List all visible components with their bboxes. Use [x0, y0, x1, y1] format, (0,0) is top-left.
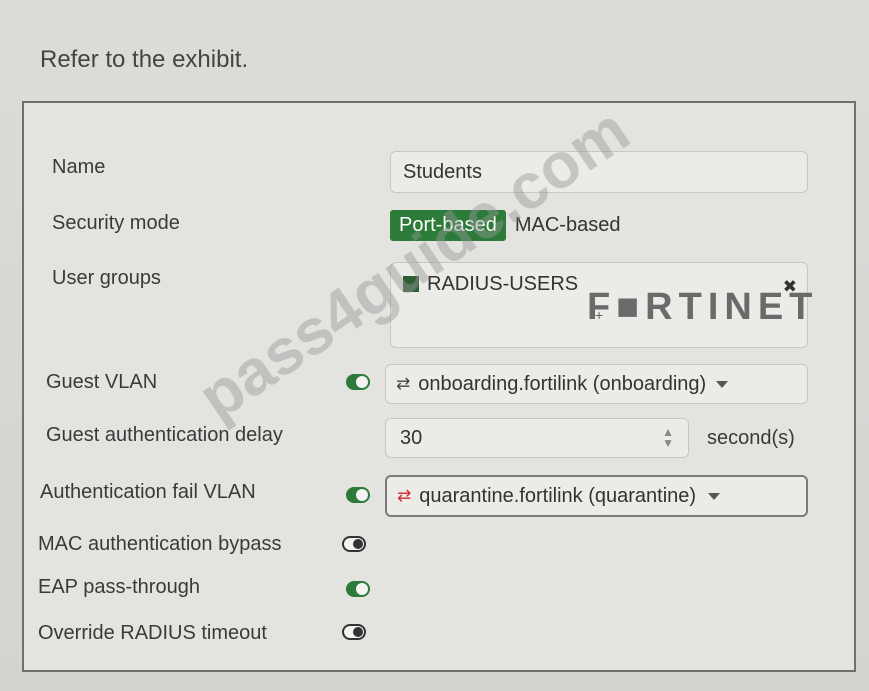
guest-vlan-select[interactable]: ⇄ onboarding.fortilink (onboarding)	[385, 364, 808, 404]
quarantine-icon: ⇄	[397, 486, 412, 505]
auth-fail-vlan-label: Authentication fail VLAN	[40, 481, 256, 503]
security-mode-label: Security mode	[52, 212, 180, 234]
name-label: Name	[52, 156, 106, 178]
guest-vlan-toggle[interactable]	[346, 374, 370, 390]
exhibit-title: Refer to the exhibit.	[40, 46, 249, 73]
override-radius-timeout-toggle[interactable]	[342, 624, 366, 640]
number-stepper-icon[interactable]: ▲ ▼	[662, 426, 674, 449]
auth-fail-vlan-toggle[interactable]	[346, 487, 370, 503]
eap-passthrough-toggle[interactable]	[346, 581, 370, 597]
guest-vlan-label: Guest VLAN	[46, 371, 158, 393]
auth-fail-vlan-value: quarantine.fortilink (quarantine)	[419, 484, 697, 507]
guest-auth-delay-value: 30	[400, 426, 423, 449]
guest-auth-delay-unit: second(s)	[707, 427, 795, 449]
guest-auth-delay-label: Guest authentication delay	[46, 424, 283, 446]
guest-auth-delay-input[interactable]: 30 ▲ ▼	[385, 418, 689, 458]
auth-fail-vlan-select[interactable]: ⇄ quarantine.fortilink (quarantine)	[385, 475, 808, 517]
fortinet-logo: F■RTINET	[587, 286, 819, 328]
mac-auth-bypass-label: MAC authentication bypass	[38, 533, 282, 555]
guest-vlan-value: onboarding.fortilink (onboarding)	[418, 372, 707, 395]
chevron-down-icon	[716, 380, 729, 388]
user-groups-label: User groups	[52, 267, 161, 289]
override-radius-timeout-label: Override RADIUS timeout	[38, 622, 267, 644]
vlan-icon: ⇄	[396, 374, 411, 393]
chevron-down-icon	[708, 492, 721, 500]
eap-passthrough-label: EAP pass-through	[38, 576, 200, 598]
mac-auth-bypass-toggle[interactable]	[342, 536, 366, 552]
